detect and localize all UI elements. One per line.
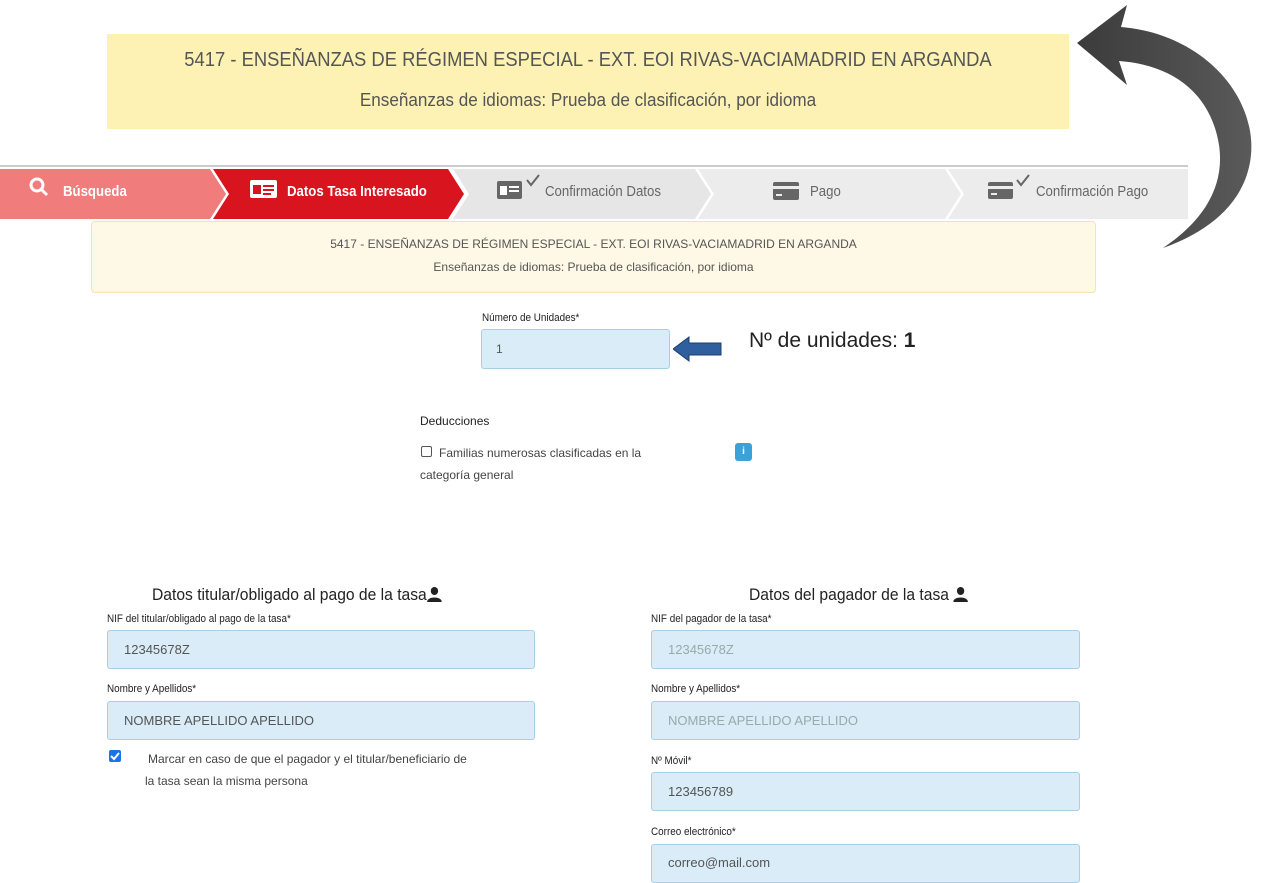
titular-name-input[interactable]: NOMBRE APELLIDO APELLIDO bbox=[107, 701, 535, 740]
callout-line-2: Enseñanzas de idiomas: Prueba de clasifi… bbox=[359, 90, 817, 110]
step-confirmacion-pago[interactable]: Confirmación Pago bbox=[1036, 183, 1148, 200]
pagador-email-label: Correo electrónico* bbox=[651, 826, 736, 838]
credit-card-icon bbox=[773, 182, 799, 205]
pagador-name-label: Nombre y Apellidos* bbox=[651, 683, 741, 695]
id-card-icon bbox=[250, 180, 277, 203]
titular-title-text: Datos titular/obligado al pago de la tas… bbox=[152, 585, 427, 604]
pagador-nif-label: NIF del pagador de la tasa* bbox=[651, 613, 772, 625]
units-annotation-prefix: Nº de unidades: bbox=[749, 329, 904, 352]
procedure-info-box: 5417 - ENSEÑANZAS DE RÉGIMEN ESPECIAL - … bbox=[91, 221, 1096, 293]
step-busqueda[interactable]: Búsqueda bbox=[63, 183, 127, 200]
same-person-checkbox[interactable] bbox=[109, 750, 121, 762]
familias-numerosas-label-1: Familias numerosas clasificadas en la bbox=[439, 446, 642, 460]
units-input[interactable]: 1 bbox=[481, 329, 670, 369]
info-icon[interactable]: i bbox=[735, 443, 752, 461]
pagador-mobile-input[interactable]: 123456789 bbox=[651, 772, 1080, 811]
titular-section-title: Datos titular/obligado al pago de la tas… bbox=[152, 585, 442, 605]
pagador-title-text: Datos del pagador de la tasa bbox=[749, 585, 949, 604]
units-annotation-value: 1 bbox=[903, 329, 916, 352]
same-person-label-2: la tasa sean la misma persona bbox=[145, 774, 308, 788]
user-icon bbox=[426, 587, 442, 602]
id-card-check-icon bbox=[497, 174, 543, 205]
deducciones-title: Deducciones bbox=[420, 414, 490, 428]
callout-line-1: 5417 - ENSEÑANZAS DE RÉGIMEN ESPECIAL - … bbox=[184, 49, 992, 71]
step-pago[interactable]: Pago bbox=[810, 183, 841, 200]
pagador-email-input[interactable]: correo@mail.com bbox=[651, 844, 1080, 883]
same-person-label-1: Marcar en caso de que el pagador y el ti… bbox=[148, 752, 467, 766]
search-icon[interactable] bbox=[29, 177, 49, 202]
pagador-name-input[interactable]: NOMBRE APELLIDO APELLIDO bbox=[651, 701, 1080, 740]
zoomed-header-callout: 5417 - ENSEÑANZAS DE RÉGIMEN ESPECIAL - … bbox=[107, 34, 1069, 129]
familias-numerosas-label-2: categoría general bbox=[420, 468, 514, 482]
pagador-mobile-label: Nº Móvil* bbox=[651, 755, 692, 767]
pointer-arrow-icon bbox=[673, 336, 722, 362]
pagador-nif-input[interactable]: 12345678Z bbox=[651, 630, 1080, 669]
info-line-1: 5417 - ENSEÑANZAS DE RÉGIMEN ESPECIAL - … bbox=[330, 237, 857, 251]
units-annotation: Nº de unidades: 1 bbox=[749, 329, 915, 353]
info-line-2: Enseñanzas de idiomas: Prueba de clasifi… bbox=[433, 260, 754, 274]
pagador-section-title: Datos del pagador de la tasa bbox=[749, 585, 969, 605]
credit-card-check-icon bbox=[988, 174, 1032, 205]
step-confirmacion-datos[interactable]: Confirmación Datos bbox=[545, 183, 661, 200]
titular-name-label: Nombre y Apellidos* bbox=[107, 683, 197, 695]
units-label: Número de Unidades* bbox=[482, 312, 580, 324]
titular-nif-input[interactable]: 12345678Z bbox=[107, 630, 535, 669]
user-icon bbox=[953, 587, 969, 602]
familias-numerosas-checkbox[interactable] bbox=[421, 446, 432, 457]
titular-nif-label: NIF del titular/obligado al pago de la t… bbox=[107, 613, 291, 625]
step-datos-tasa[interactable]: Datos Tasa Interesado bbox=[287, 183, 427, 200]
